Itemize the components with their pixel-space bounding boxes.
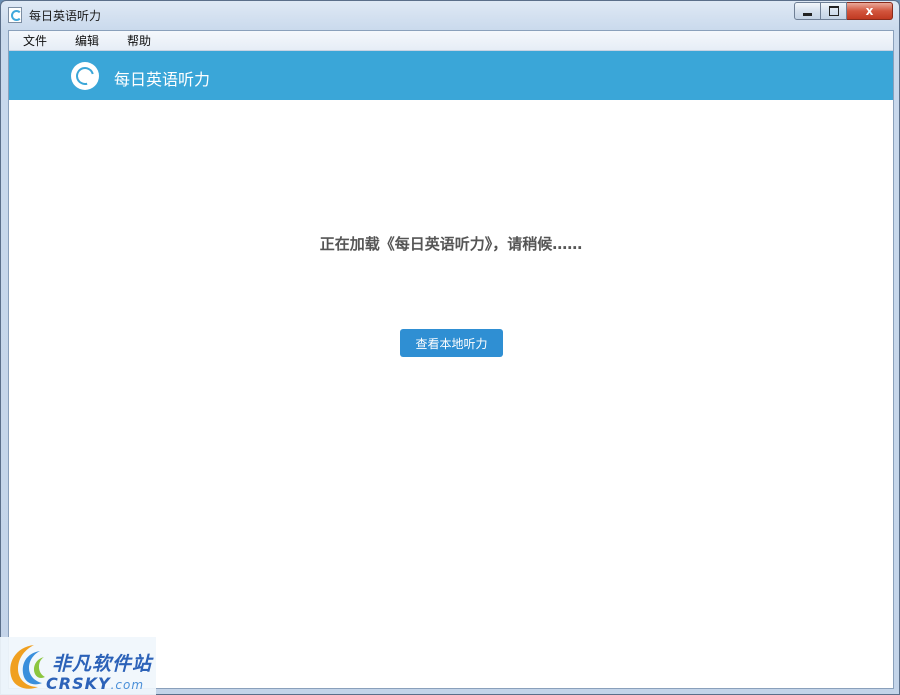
minimize-icon	[803, 12, 812, 16]
close-button[interactable]: x	[847, 2, 893, 20]
app-icon[interactable]	[8, 7, 22, 23]
app-window: 每日英语听力 x 文件 编辑 帮助 每日英语听力 正在加载《每日英语听力》，请稍…	[0, 0, 900, 695]
menu-file[interactable]: 文件	[9, 32, 61, 50]
close-icon: x	[865, 4, 874, 18]
window-controls: x	[794, 2, 893, 21]
menu-help[interactable]: 帮助	[113, 32, 165, 50]
menu-edit[interactable]: 编辑	[61, 32, 113, 50]
maximize-button[interactable]	[821, 2, 847, 20]
header-title: 每日英语听力	[114, 70, 211, 89]
crsky-logo-icon	[10, 645, 45, 689]
watermark-en-main: CRSKY	[46, 674, 111, 693]
watermark-en-text: CRSKY.com	[46, 674, 144, 693]
view-local-listening-button[interactable]: 查看本地听力	[400, 329, 503, 357]
headphone-logo-icon	[71, 62, 99, 90]
app-header: 每日英语听力	[9, 51, 893, 100]
menu-bar: 文件 编辑 帮助	[9, 31, 893, 51]
loading-message: 正在加载《每日英语听力》，请稍候……	[319, 235, 583, 253]
watermark-en-suffix: .com	[110, 678, 145, 692]
client-area: 文件 编辑 帮助 每日英语听力 正在加载《每日英语听力》，请稍候…… 查看本地听…	[8, 30, 894, 689]
window-title: 每日英语听力	[29, 9, 102, 23]
minimize-button[interactable]	[794, 2, 821, 20]
watermark-cn-text: 非凡软件站	[52, 653, 153, 675]
watermark: 非凡软件站 CRSKY.com	[0, 637, 156, 695]
title-bar[interactable]: 每日英语听力 x	[1, 1, 899, 29]
maximize-icon	[828, 6, 839, 16]
